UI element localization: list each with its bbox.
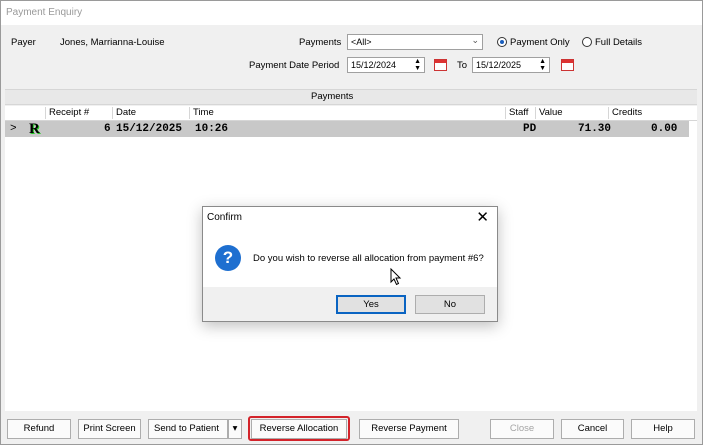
date-to-field[interactable]: 15/12/2025 ▲ ▼ bbox=[472, 57, 550, 73]
column-header-date[interactable]: Date bbox=[112, 107, 136, 119]
date-to-value: 15/12/2025 bbox=[476, 60, 522, 70]
dialog-message: Do you wish to reverse all allocation fr… bbox=[253, 253, 484, 264]
dialog-footer: Yes No bbox=[203, 287, 497, 321]
payer-name: Jones, Marrianna-Louise bbox=[60, 37, 165, 48]
caret-down-icon: ▾ bbox=[232, 423, 238, 434]
grid-column-headers: Receipt # Date Time Staff Value Credits bbox=[5, 106, 697, 121]
cell-receipt: 6 bbox=[104, 123, 111, 135]
send-to-patient-button[interactable]: Send to Patient bbox=[148, 419, 228, 439]
cell-value: 71.30 bbox=[578, 123, 612, 135]
cell-staff: PD bbox=[523, 123, 537, 135]
no-button[interactable]: No bbox=[415, 295, 485, 314]
cell-time: 10:26 bbox=[195, 123, 229, 135]
title-bar: Payment Enquiry bbox=[1, 1, 702, 25]
column-header-receipt[interactable]: Receipt # bbox=[45, 107, 89, 119]
refund-button[interactable]: Refund bbox=[7, 419, 71, 439]
date-period-label: Payment Date Period bbox=[249, 60, 340, 71]
spinner-icon[interactable]: ▲ ▼ bbox=[414, 58, 421, 72]
payments-filter-value: <All> bbox=[351, 37, 372, 47]
to-label: To bbox=[457, 60, 468, 71]
calendar-icon[interactable] bbox=[434, 59, 447, 71]
confirm-dialog: Confirm ✕ ? Do you wish to reverse all a… bbox=[202, 206, 498, 322]
calendar-icon[interactable] bbox=[561, 59, 574, 71]
payments-section-header: Payments bbox=[5, 89, 697, 105]
cell-date: 15/12/2025 bbox=[116, 123, 183, 135]
window-title: Payment Enquiry bbox=[6, 7, 83, 18]
column-header-value[interactable]: Value bbox=[535, 107, 563, 119]
payments-filter-label: Payments bbox=[299, 37, 342, 48]
table-row[interactable]: > R 6 15/12/2025 10:26 PD 71.30 0.00 bbox=[5, 121, 689, 137]
spinner-icon[interactable]: ▲ ▼ bbox=[539, 58, 546, 72]
payments-filter-dropdown[interactable]: <All> ⌄ bbox=[347, 34, 483, 50]
chevron-down-icon: ⌄ bbox=[471, 35, 479, 45]
mouse-cursor-icon bbox=[390, 268, 402, 286]
payments-section-title: Payments bbox=[311, 91, 354, 102]
highlight-box bbox=[248, 416, 350, 441]
reverse-payment-button[interactable]: Reverse Payment bbox=[359, 419, 459, 439]
full-details-radio[interactable] bbox=[582, 37, 592, 47]
row-expander-icon[interactable]: > bbox=[10, 123, 17, 135]
close-button[interactable]: Close bbox=[490, 419, 554, 439]
receipt-type-icon: R bbox=[29, 121, 40, 137]
column-header-staff[interactable]: Staff bbox=[505, 107, 528, 119]
date-from-value: 15/12/2024 bbox=[351, 60, 397, 70]
dialog-title: Confirm bbox=[207, 212, 243, 223]
print-screen-button[interactable]: Print Screen bbox=[78, 419, 141, 439]
cancel-button[interactable]: Cancel bbox=[561, 419, 624, 439]
column-header-credits[interactable]: Credits bbox=[608, 107, 642, 119]
question-icon: ? bbox=[215, 245, 241, 271]
full-details-label[interactable]: Full Details bbox=[595, 37, 642, 48]
payment-only-label[interactable]: Payment Only bbox=[510, 37, 570, 48]
payer-label: Payer bbox=[11, 37, 36, 48]
help-button[interactable]: Help bbox=[631, 419, 695, 439]
date-from-field[interactable]: 15/12/2024 ▲ ▼ bbox=[347, 57, 425, 73]
close-icon[interactable]: ✕ bbox=[476, 208, 489, 226]
send-to-patient-dropdown[interactable]: ▾ bbox=[228, 419, 242, 439]
yes-button[interactable]: Yes bbox=[336, 295, 406, 314]
cell-credits: 0.00 bbox=[651, 123, 678, 135]
column-header-time[interactable]: Time bbox=[189, 107, 214, 119]
payment-only-radio[interactable] bbox=[497, 37, 507, 47]
